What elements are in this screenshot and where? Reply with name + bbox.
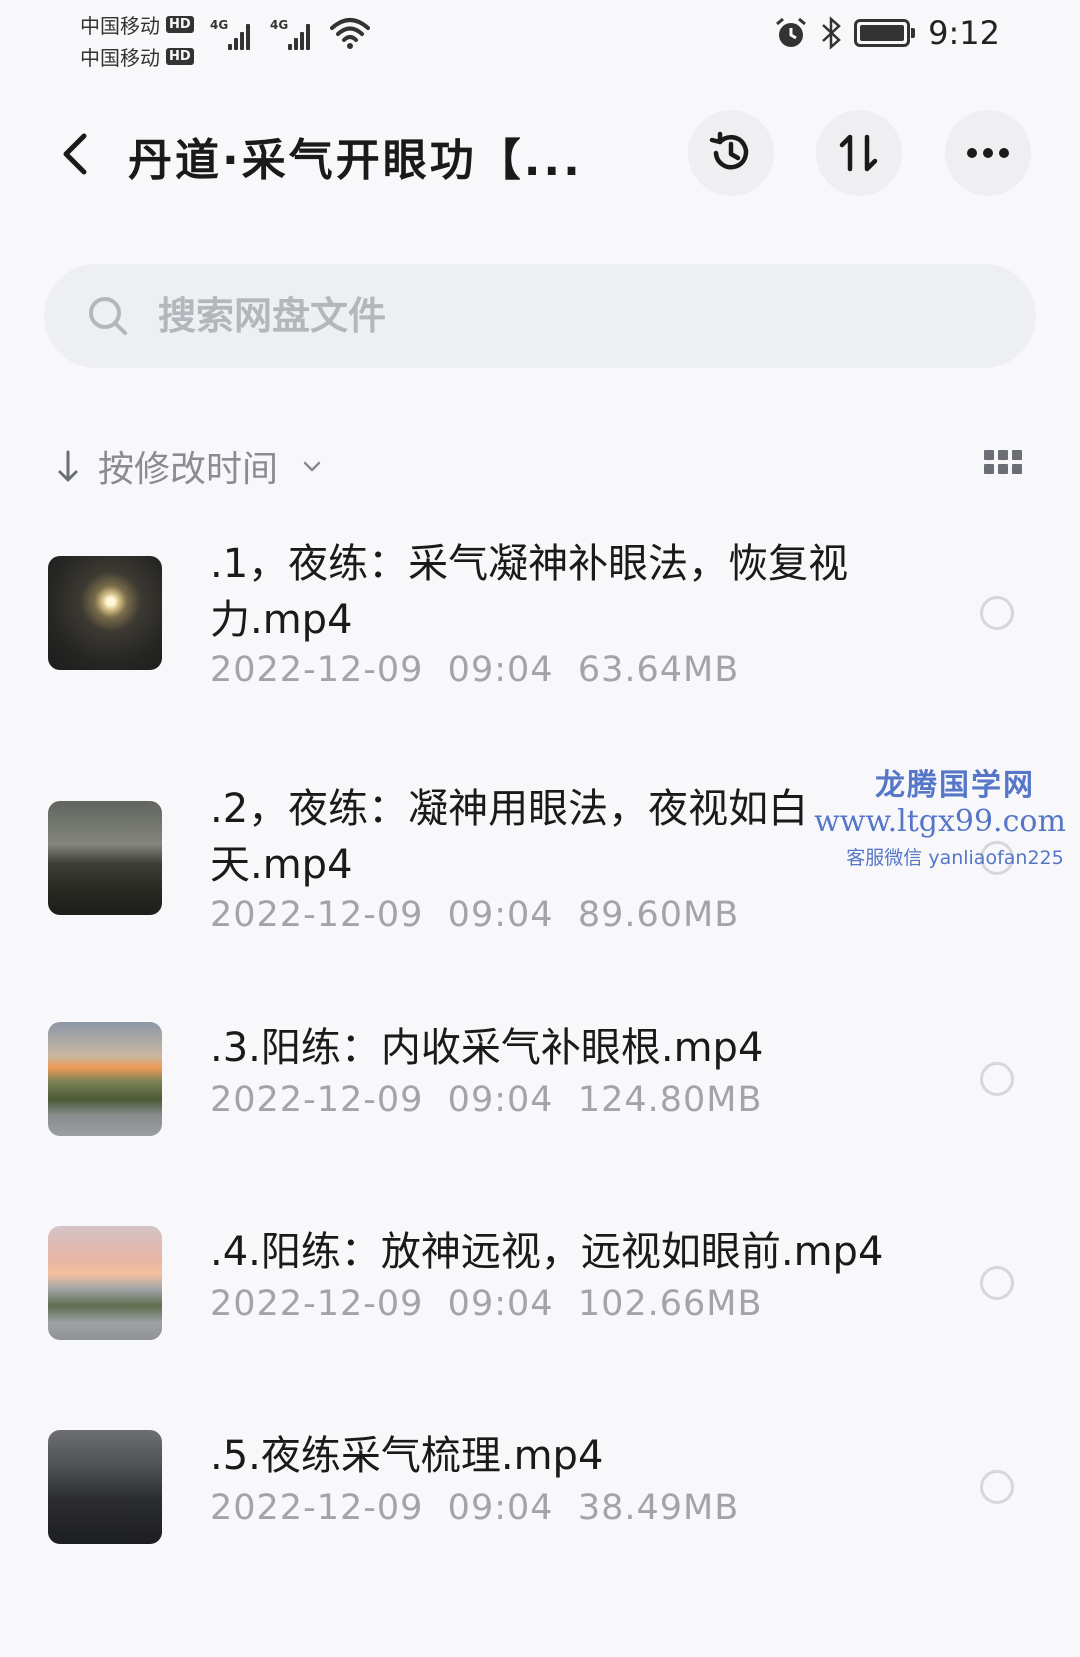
signal-icon: 4G xyxy=(270,18,310,50)
watermark-title: 龙腾国学网 xyxy=(875,768,1035,803)
header: 丹道·采气开眼功【... xyxy=(0,100,1080,210)
status-right: 9:12 xyxy=(774,14,1000,52)
carrier-1: 中国移动 HD xyxy=(80,10,194,39)
file-time: 09:04 xyxy=(447,895,554,935)
file-date: 2022-12-09 xyxy=(210,895,424,935)
file-date: 2022-12-09 xyxy=(210,650,424,690)
select-radio[interactable] xyxy=(980,1470,1014,1504)
search-bar[interactable] xyxy=(44,264,1036,368)
carrier-2: 中国移动 HD xyxy=(80,42,194,71)
video-thumbnail xyxy=(48,801,162,915)
file-meta: 2022-12-09 09:04 63.64MB xyxy=(210,650,739,690)
video-thumbnail xyxy=(48,1022,162,1136)
file-size: 38.49MB xyxy=(577,1488,740,1528)
chevron-down-icon[interactable] xyxy=(300,454,324,478)
file-meta: 2022-12-09 09:04 38.49MB xyxy=(210,1488,739,1528)
file-name: .5.夜练采气梳理.mp4 xyxy=(210,1433,604,1479)
video-thumbnail xyxy=(48,556,162,670)
sort-icon xyxy=(839,134,878,172)
sort-bar: 按修改时间 xyxy=(56,438,1026,494)
grid-view-icon[interactable] xyxy=(984,450,1022,480)
list-item[interactable]: .4.阳练：放神远视，远视如眼前.mp4 2022-12-09 09:04 10… xyxy=(0,1214,1080,1364)
file-time: 09:04 xyxy=(447,1080,554,1120)
status-bar: 中国移动 HD 中国移动 HD 4G 4G 9:12 xyxy=(0,0,1080,80)
select-radio[interactable] xyxy=(980,1266,1014,1300)
network-type-label: 4G xyxy=(270,18,289,32)
bluetooth-icon xyxy=(822,16,842,50)
file-size: 102.66MB xyxy=(577,1284,763,1324)
file-meta: 2022-12-09 09:04 89.60MB xyxy=(210,895,739,935)
network-type-label: 4G xyxy=(210,18,229,32)
file-size: 124.80MB xyxy=(577,1080,763,1120)
clock-time: 9:12 xyxy=(928,14,1000,52)
file-size: 63.64MB xyxy=(577,650,740,690)
file-time: 09:04 xyxy=(447,650,554,690)
video-thumbnail xyxy=(48,1226,162,1340)
file-size: 89.60MB xyxy=(577,895,740,935)
file-date: 2022-12-09 xyxy=(210,1488,424,1528)
arrow-down-icon xyxy=(58,450,78,482)
watermark: 龙腾国学网 www.ltgx99.com 客服微信 yanliaofan225 xyxy=(814,760,1080,870)
list-item[interactable]: .5.夜练采气梳理.mp4 2022-12-09 09:04 38.49MB xyxy=(0,1418,1080,1568)
file-name: .4.阳练：放神远视，远视如眼前.mp4 xyxy=(210,1229,884,1275)
file-date: 2022-12-09 xyxy=(210,1284,424,1324)
file-name: .3.阳练：内收采气补眼根.mp4 xyxy=(210,1025,764,1071)
wifi-icon xyxy=(330,18,370,49)
search-input[interactable] xyxy=(158,294,958,338)
select-radio[interactable] xyxy=(980,1062,1014,1096)
watermark-url: www.ltgx99.com xyxy=(814,804,1066,839)
video-thumbnail xyxy=(48,1430,162,1544)
back-button[interactable] xyxy=(50,122,100,186)
chevron-left-icon xyxy=(63,133,87,175)
watermark-contact: 客服微信 yanliaofan225 xyxy=(846,847,1064,869)
search-icon xyxy=(89,297,127,335)
battery-icon xyxy=(854,19,916,47)
carrier-1-label: 中国移动 xyxy=(80,14,160,38)
history-icon xyxy=(709,131,749,170)
file-name: .1，夜练：采气凝神补眼法，恢复视力.mp4 xyxy=(210,541,849,643)
page-title: 丹道·采气开眼功【... xyxy=(128,135,583,186)
alarm-icon xyxy=(776,17,807,47)
select-radio[interactable] xyxy=(980,596,1014,630)
file-date: 2022-12-09 xyxy=(210,1080,424,1120)
list-item[interactable]: .1，夜练：采气凝神补眼法，恢复视力.mp4 2022-12-09 09:04 … xyxy=(0,520,1080,700)
hd-badge: HD xyxy=(166,48,194,65)
signal-icon: 4G xyxy=(210,18,250,50)
file-meta: 2022-12-09 09:04 102.66MB xyxy=(210,1284,763,1324)
more-icon xyxy=(967,148,1009,158)
file-meta: 2022-12-09 09:04 124.80MB xyxy=(210,1080,763,1120)
hd-badge: HD xyxy=(166,16,194,33)
sort-dropdown[interactable]: 按修改时间 xyxy=(98,440,278,492)
carrier-2-label: 中国移动 xyxy=(80,46,160,70)
list-item[interactable]: .3.阳练：内收采气补眼根.mp4 2022-12-09 09:04 124.8… xyxy=(0,1010,1080,1160)
more-button[interactable] xyxy=(945,110,1031,196)
file-time: 09:04 xyxy=(447,1284,554,1324)
history-button[interactable] xyxy=(688,110,774,196)
file-time: 09:04 xyxy=(447,1488,554,1528)
sort-button[interactable] xyxy=(816,110,902,196)
